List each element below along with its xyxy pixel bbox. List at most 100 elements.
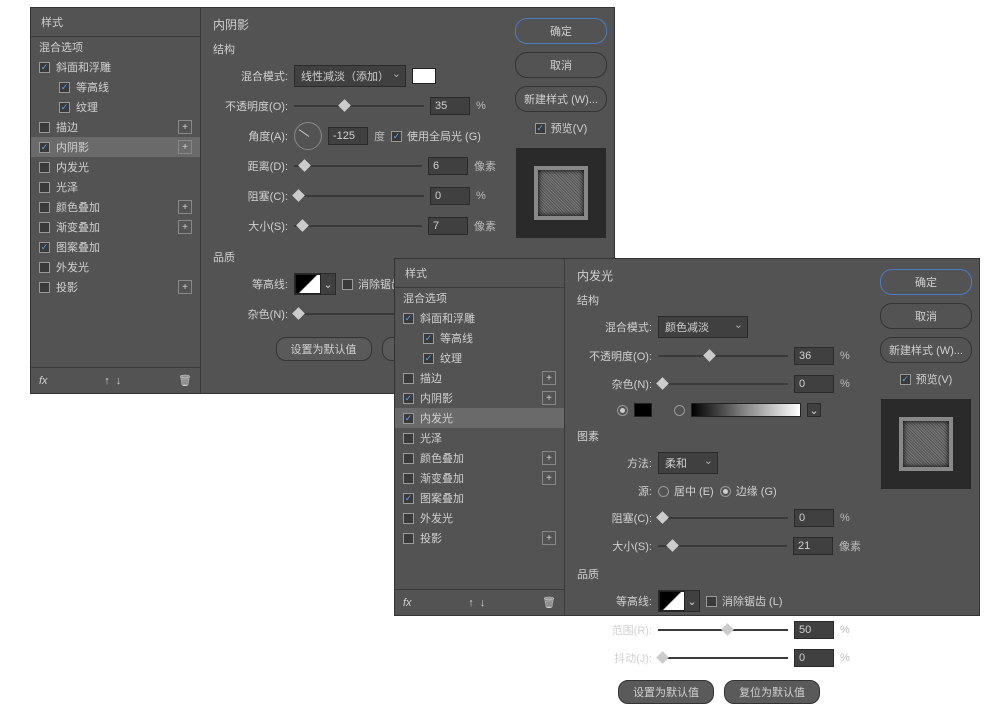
checkbox-icon[interactable] [39,62,50,73]
checkbox-icon[interactable] [403,373,414,384]
color-radio[interactable] [617,405,628,416]
sidebar-item[interactable]: 外发光 [31,257,200,277]
checkbox-icon[interactable] [39,282,50,293]
checkbox-icon[interactable] [39,202,50,213]
checkbox-icon[interactable] [39,222,50,233]
contour-picker[interactable] [295,274,321,294]
trash-icon[interactable]: 🗑 [178,374,192,387]
add-effect-icon[interactable]: + [178,220,192,234]
sidebar-item[interactable]: 渐变叠加+ [31,217,200,237]
make-default-button[interactable]: 设置为默认值 [618,680,714,704]
sidebar-item[interactable]: 光泽 [31,177,200,197]
checkbox-icon[interactable] [403,513,414,524]
checkbox-icon[interactable] [39,142,50,153]
checkbox-icon[interactable] [423,353,434,364]
angle-dial[interactable] [294,122,322,150]
cancel-button[interactable]: 取消 [515,52,607,78]
contour-dropdown[interactable]: ⌄ [321,274,335,294]
sidebar-item[interactable]: 等高线 [395,328,564,348]
sidebar-item[interactable]: 描边+ [31,117,200,137]
new-style-button[interactable]: 新建样式 (W)... [515,86,607,112]
trash-icon[interactable]: 🗑 [542,596,556,609]
sidebar-item[interactable]: 颜色叠加+ [31,197,200,217]
checkbox-icon[interactable] [423,333,434,344]
add-effect-icon[interactable]: + [178,140,192,154]
sidebar-item[interactable]: 内发光 [395,408,564,428]
sidebar-item[interactable]: 内阴影+ [395,388,564,408]
preview-checkbox[interactable]: 预览(V) [900,371,953,387]
checkbox-icon[interactable] [39,162,50,173]
contour-dropdown[interactable]: ⌄ [685,591,699,611]
sidebar-item[interactable]: 纹理 [31,97,200,117]
checkbox-icon[interactable] [59,102,70,113]
opacity-slider[interactable] [294,99,424,113]
opacity-input[interactable]: 35 [430,97,470,115]
checkbox-icon[interactable] [403,393,414,404]
blend-mode-dropdown[interactable]: 颜色减淡 [658,316,748,338]
add-effect-icon[interactable]: + [542,471,556,485]
add-effect-icon[interactable]: + [542,391,556,405]
opacity-slider[interactable] [658,349,788,363]
contour-picker[interactable] [659,591,685,611]
noise-input[interactable]: 0 [794,375,834,393]
checkbox-icon[interactable] [403,533,414,544]
ok-button[interactable]: 确定 [515,18,607,44]
checkbox-icon[interactable] [403,313,414,324]
sidebar-item[interactable]: 外发光 [395,508,564,528]
size-input[interactable]: 21 [793,537,833,555]
checkbox-icon[interactable] [39,182,50,193]
arrow-down-icon[interactable]: ↓ [116,375,122,387]
sidebar-item[interactable]: 斜面和浮雕 [395,308,564,328]
arrow-down-icon[interactable]: ↓ [480,597,486,609]
global-light-checkbox[interactable]: 使用全局光 (G) [391,128,481,144]
cancel-button[interactable]: 取消 [880,303,972,329]
preview-checkbox[interactable]: 预览(V) [535,120,588,136]
glow-color-swatch[interactable] [634,403,652,417]
fx-icon[interactable]: fx [403,597,412,609]
sidebar-item[interactable]: 渐变叠加+ [395,468,564,488]
arrow-up-icon[interactable]: ↑ [104,375,110,387]
size-slider[interactable] [658,539,787,553]
add-effect-icon[interactable]: + [542,451,556,465]
fx-icon[interactable]: fx [39,375,48,387]
checkbox-icon[interactable] [403,413,414,424]
checkbox-icon[interactable] [59,82,70,93]
angle-input[interactable]: -125 [328,127,368,145]
sidebar-item[interactable]: 图案叠加 [395,488,564,508]
blend-options-row[interactable]: 混合选项 [31,37,200,57]
gradient-picker[interactable] [691,403,801,417]
opacity-input[interactable]: 36 [794,347,834,365]
add-effect-icon[interactable]: + [178,200,192,214]
blend-options-row[interactable]: 混合选项 [395,288,564,308]
sidebar-item[interactable]: 等高线 [31,77,200,97]
gradient-dropdown[interactable]: ⌄ [807,403,821,417]
sidebar-item[interactable]: 内发光 [31,157,200,177]
arrow-up-icon[interactable]: ↑ [468,597,474,609]
checkbox-icon[interactable] [403,473,414,484]
sidebar-item[interactable]: 颜色叠加+ [395,448,564,468]
new-style-button[interactable]: 新建样式 (W)... [880,337,972,363]
add-effect-icon[interactable]: + [542,531,556,545]
add-effect-icon[interactable]: + [178,280,192,294]
sidebar-item[interactable]: 投影+ [31,277,200,297]
gradient-radio[interactable] [674,405,685,416]
size-input[interactable]: 7 [428,217,468,235]
make-default-button[interactable]: 设置为默认值 [276,337,372,361]
distance-input[interactable]: 6 [428,157,468,175]
sidebar-item[interactable]: 内阴影+ [31,137,200,157]
choke-input[interactable]: 0 [794,509,834,527]
edge-radio-group[interactable]: 边缘 (G) [720,483,777,499]
noise-slider[interactable] [658,377,788,391]
checkbox-icon[interactable] [39,242,50,253]
sidebar-item[interactable]: 描边+ [395,368,564,388]
distance-slider[interactable] [294,159,422,173]
checkbox-icon[interactable] [403,493,414,504]
size-slider[interactable] [294,219,422,233]
choke-slider[interactable] [294,189,424,203]
jitter-input[interactable]: 0 [794,649,834,667]
method-dropdown[interactable]: 柔和 [658,452,718,474]
sidebar-item[interactable]: 图案叠加 [31,237,200,257]
antialias-checkbox[interactable]: 消除锯齿 (L) [706,593,783,609]
range-input[interactable]: 50 [794,621,834,639]
add-effect-icon[interactable]: + [542,371,556,385]
